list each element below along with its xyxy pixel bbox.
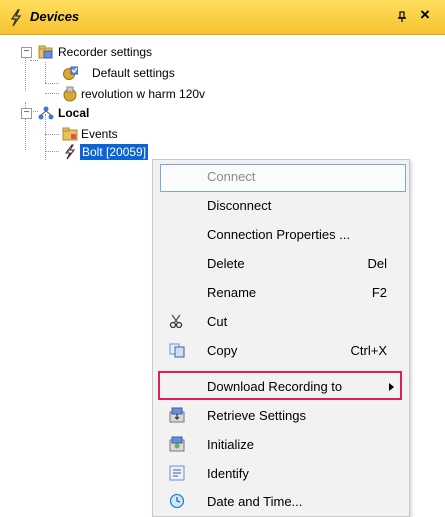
menu-item-label: Cut (207, 314, 228, 329)
menu-item-label: Copy (207, 343, 238, 358)
lightning-device-icon (64, 144, 76, 160)
menu-item-shortcut: F2 (371, 285, 387, 300)
menu-item-copy[interactable]: Copy Ctrl+X (153, 336, 409, 365)
network-icon (38, 106, 54, 120)
menu-item-delete[interactable]: Delete Del (153, 249, 409, 278)
collapse-toggle[interactable]: − (21, 108, 32, 119)
menu-item-label: Identify (207, 466, 249, 481)
tree-label: Local (58, 106, 90, 120)
menu-item-rename[interactable]: Rename F2 (153, 278, 409, 307)
menu-item-identify[interactable]: Identify (153, 459, 409, 488)
retrieve-settings-icon (169, 407, 185, 423)
menu-item-label: Disconnect (207, 198, 272, 213)
devices-panel-titlebar: Devices × (0, 0, 445, 35)
settings-icon (63, 86, 77, 102)
panel-title: Devices (30, 9, 80, 24)
tree-label: revolution w harm 120v (81, 87, 206, 101)
context-menu: Connect Disconnect Connection Properties… (152, 159, 410, 517)
tree-node-default-settings[interactable]: Default settings (0, 65, 300, 81)
menu-item-connect[interactable]: Connect (153, 162, 409, 192)
menu-item-label: Connect (207, 169, 256, 184)
collapse-toggle[interactable]: − (21, 47, 32, 58)
folder-settings-icon (38, 45, 53, 59)
menu-item-disconnect[interactable]: Disconnect (153, 191, 409, 220)
tree-label: Events (81, 127, 118, 141)
clock-icon (169, 493, 185, 509)
menu-item-retrieve-settings[interactable]: Retrieve Settings (153, 401, 409, 430)
menu-item-label: Rename (207, 285, 257, 300)
menu-item-connection-properties[interactable]: Connection Properties ... (153, 220, 409, 249)
identify-icon (169, 465, 185, 481)
tree-node-local[interactable]: − Local (0, 105, 300, 121)
tree-node-revolution[interactable]: revolution w harm 120v (0, 86, 300, 102)
submenu-arrow-icon (389, 383, 394, 391)
focus-outline (160, 164, 406, 192)
events-folder-icon (62, 127, 78, 141)
menu-item-label: Connection Properties ... (207, 227, 351, 242)
tree-node-bolt[interactable]: Bolt [20059] (0, 144, 300, 160)
tree-label-selected: Bolt [20059] (80, 144, 149, 160)
settings-check-icon (63, 66, 78, 80)
menu-item-cut[interactable]: Cut (153, 307, 409, 336)
menu-item-download-recording[interactable]: Download Recording to (153, 371, 409, 401)
menu-item-label: Date and Time... (207, 494, 303, 509)
tree-node-events[interactable]: Events (0, 126, 300, 142)
copy-icon (169, 343, 185, 358)
menu-item-label: Download Recording to (207, 379, 343, 394)
menu-item-shortcut: Del (367, 256, 387, 271)
menu-item-date-time[interactable]: Date and Time... (153, 487, 409, 516)
menu-item-label: Initialize (207, 437, 254, 452)
tree-node-recorder-settings[interactable]: − Recorder settings (0, 44, 300, 60)
menu-item-shortcut: Ctrl+X (350, 343, 387, 358)
tree-label: Default settings (92, 66, 175, 80)
menu-item-initialize[interactable]: Initialize (153, 430, 409, 459)
lightning-device-icon (10, 9, 22, 27)
pin-icon[interactable] (396, 11, 408, 23)
scissors-icon (169, 314, 183, 329)
tree-label: Recorder settings (58, 45, 153, 59)
menu-item-label: Retrieve Settings (207, 408, 306, 423)
close-icon[interactable]: × (420, 6, 430, 24)
menu-item-label: Delete (207, 256, 245, 271)
initialize-icon (169, 436, 185, 452)
